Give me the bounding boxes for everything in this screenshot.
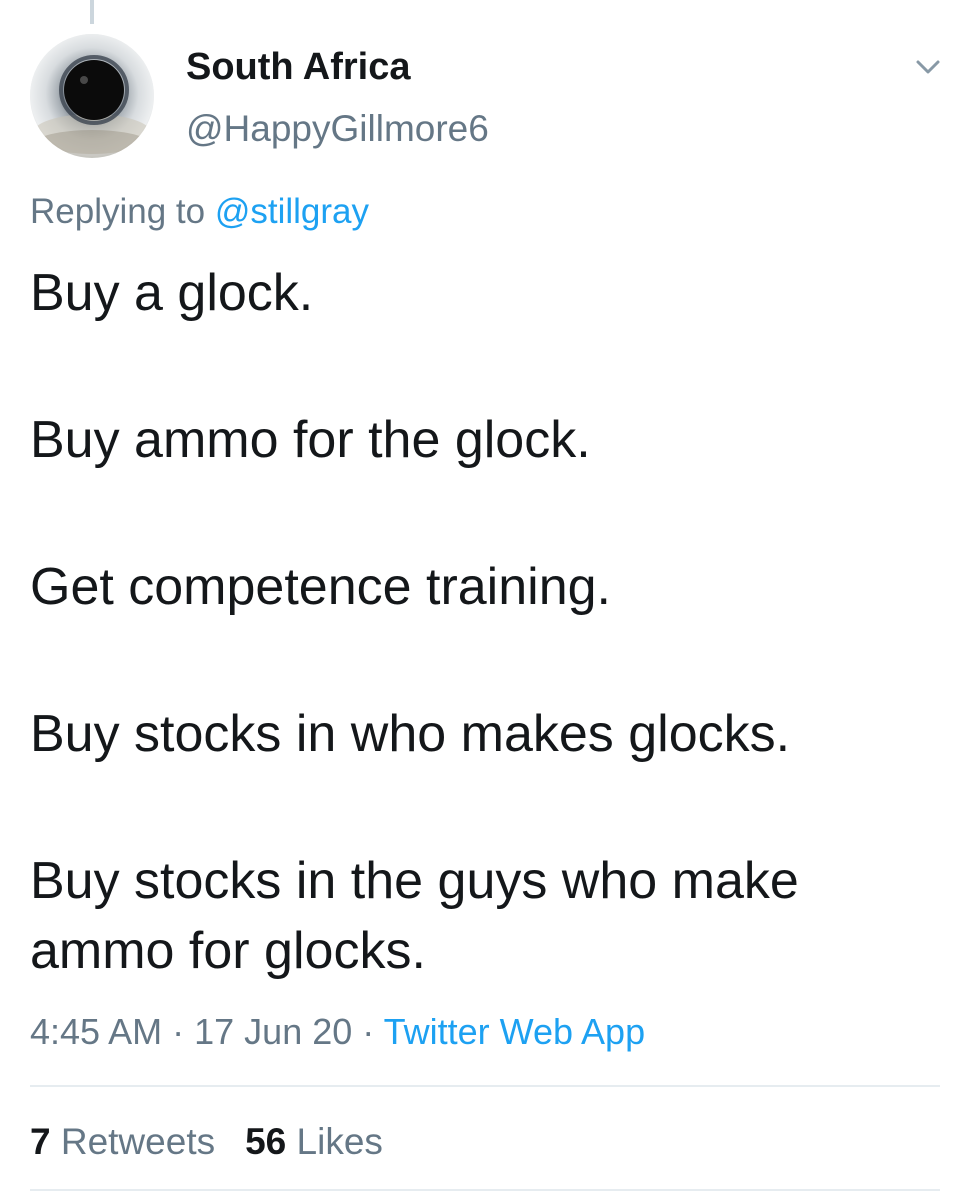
replying-to: Replying to @stillgray xyxy=(30,189,369,235)
tweet-line: Buy stocks in who makes glocks. xyxy=(30,705,791,763)
tweet-line: Buy ammo for the glock. xyxy=(30,411,591,469)
tweet-line: Buy a glock. xyxy=(30,264,314,322)
author-handle[interactable]: @HappyGillmore6 xyxy=(186,106,489,152)
chevron-down-icon[interactable] xyxy=(908,52,948,82)
reply-mention-link[interactable]: @stillgray xyxy=(215,192,369,231)
tweet-line: Get competence training. xyxy=(30,558,611,616)
likes-count: 56 xyxy=(245,1121,287,1162)
tweet-source-link[interactable]: Twitter Web App xyxy=(384,1011,645,1052)
eye-avatar-icon xyxy=(30,34,154,158)
tweet-meta: 4:45 AM · 17 Jun 20 · Twitter Web App xyxy=(30,1009,645,1055)
author-display-name[interactable]: South Africa xyxy=(186,44,411,90)
retweets-count: 7 xyxy=(30,1121,51,1162)
divider xyxy=(30,1189,940,1191)
likes-stat[interactable]: 56 Likes xyxy=(245,1121,383,1162)
meta-separator: · xyxy=(362,1011,375,1052)
meta-separator: · xyxy=(172,1011,185,1052)
tweet-time[interactable]: 4:45 AM xyxy=(30,1011,162,1052)
avatar[interactable] xyxy=(30,34,154,158)
retweets-label: Retweets xyxy=(60,1121,216,1162)
tweet-date[interactable]: 17 Jun 20 xyxy=(194,1011,352,1052)
tweet-line: Buy stocks in the guys who make ammo for… xyxy=(30,852,799,980)
tweet-text: Buy a glock. Buy ammo for the glock. Get… xyxy=(30,258,940,986)
divider xyxy=(30,1085,940,1087)
tweet-stats: 7 Retweets 56 Likes xyxy=(30,1119,383,1165)
retweets-stat[interactable]: 7 Retweets xyxy=(30,1121,215,1162)
likes-label: Likes xyxy=(296,1121,383,1162)
replying-to-label: Replying to xyxy=(30,192,206,231)
thread-connector-line xyxy=(90,0,94,24)
